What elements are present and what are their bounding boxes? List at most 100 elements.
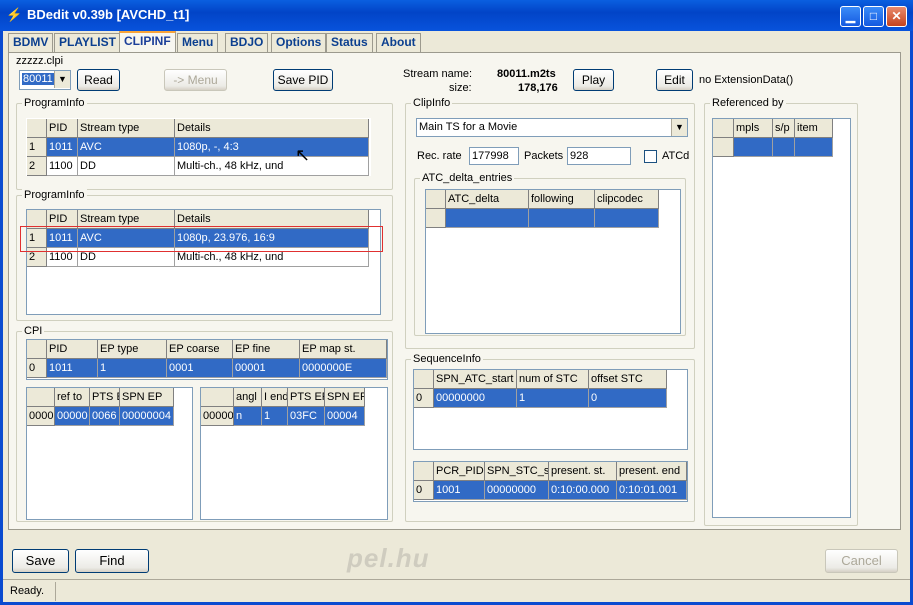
column-header: s/p — [773, 119, 795, 138]
table-cell[interactable]: 0001 — [167, 359, 233, 378]
row-header[interactable]: 0 — [27, 359, 47, 378]
table-cell[interactable]: 00000000 — [434, 389, 517, 408]
column-header: SPN EP — [120, 388, 174, 407]
table-cell[interactable]: 00001 — [233, 359, 300, 378]
row-header-corner — [414, 370, 434, 389]
program-info-table-1[interactable]: PID Stream type Details 1 1011 AVC 1080p… — [26, 118, 371, 176]
table-cell[interactable]: DD — [78, 157, 175, 176]
cpi-table[interactable]: PID EP type EP coarse EP fine EP map st.… — [26, 339, 388, 380]
row-header[interactable] — [713, 138, 734, 157]
tab-bdmv[interactable]: BDMV — [8, 33, 54, 52]
row-header[interactable]: 0000 — [27, 407, 55, 426]
row-header[interactable]: 0 — [414, 481, 434, 500]
tab-bdjo[interactable]: BDJO — [225, 33, 269, 52]
maximize-button[interactable]: □ — [863, 6, 884, 27]
program-info-group-1: ProgramInfo PID Stream type Details 1 10… — [16, 97, 393, 190]
atcd-checkbox[interactable] — [644, 150, 657, 163]
watermark-logo: pel.hu — [347, 543, 430, 573]
atc-delta-table[interactable]: ATC_delta following clipcodec — [425, 189, 681, 334]
referenced-by-table[interactable]: mpls s/p item — [712, 118, 851, 518]
program-info-table-2[interactable]: PID Stream type Details 1 1011 AVC 1080p… — [26, 209, 381, 315]
cpi-title: CPI — [22, 325, 45, 337]
table-cell[interactable] — [529, 209, 595, 228]
tab-about[interactable]: About — [376, 33, 421, 52]
table-cell[interactable]: 1011 — [47, 138, 78, 157]
column-header: EP map st. — [300, 340, 387, 359]
table-cell[interactable] — [734, 138, 773, 157]
row-header-corner — [414, 462, 434, 481]
status-separator — [55, 582, 56, 601]
tab-menu[interactable]: Menu — [177, 33, 219, 52]
table-cell[interactable]: 0:10:00.000 — [549, 481, 617, 500]
stream-size-label: size: — [449, 82, 472, 94]
column-header: SPN_ATC_start — [434, 370, 517, 389]
sequence-table[interactable]: SPN_ATC_start num of STC offset STC 0 00… — [413, 369, 688, 450]
tab-playlist[interactable]: PLAYLIST — [54, 33, 121, 52]
row-header-corner — [201, 388, 234, 407]
atc-delta-title: ATC_delta_entries — [420, 172, 515, 184]
table-cell[interactable]: n — [234, 407, 262, 426]
minimize-button[interactable]: ▁ — [840, 6, 861, 27]
table-cell[interactable]: 1080p, -, 4:3 — [175, 138, 369, 157]
table-cell[interactable]: 0000000E — [300, 359, 387, 378]
table-cell[interactable]: 1 — [517, 389, 589, 408]
sequence-info-group: SequenceInfo SPN_ATC_start num of STC of… — [405, 353, 695, 522]
play-button[interactable]: Play — [573, 69, 614, 91]
row-header[interactable]: 0 — [414, 389, 434, 408]
table-cell[interactable]: 0 — [589, 389, 667, 408]
title-bar: ⚡ BDedit v0.39b [AVCHD_t1] ▁ □ ✕ — [0, 0, 913, 31]
stc-table[interactable]: PCR_PID SPN_STC_st present. st. present.… — [413, 461, 688, 502]
tab-status[interactable]: Status — [326, 33, 373, 52]
clip-select[interactable]: 80011 ▼ — [19, 70, 71, 90]
table-cell[interactable]: 1 — [98, 359, 167, 378]
packets-input[interactable]: 928 — [567, 147, 631, 165]
table-cell[interactable]: 1001 — [434, 481, 485, 500]
referenced-by-group: Referenced by mpls s/p item — [704, 97, 858, 526]
table-cell[interactable]: 00004 — [325, 407, 365, 426]
tab-options[interactable]: Options — [271, 33, 327, 52]
table-cell[interactable]: 00000000 — [485, 481, 549, 500]
close-button[interactable]: ✕ — [886, 6, 907, 27]
ep-coarse-table[interactable]: ref to PTS E SPN EP 0000 00000 0066 0000… — [26, 387, 193, 520]
table-cell[interactable]: 1 — [262, 407, 288, 426]
table-cell[interactable] — [595, 209, 659, 228]
edit-button[interactable]: Edit — [656, 69, 693, 91]
clip-info-group: ClipInfo Main TS for a Movie ▼ Rec. rate… — [405, 97, 695, 349]
cancel-button[interactable]: Cancel — [825, 549, 898, 573]
table-cell[interactable]: 03FC — [288, 407, 325, 426]
row-header[interactable]: 1 — [27, 138, 47, 157]
status-bar: Ready. — [3, 579, 910, 602]
row-header[interactable]: 2 — [27, 157, 47, 176]
table-cell[interactable]: Multi-ch., 48 kHz, und — [175, 157, 369, 176]
save-button[interactable]: Save — [12, 549, 69, 573]
column-header: ref to — [55, 388, 90, 407]
app-icon: ⚡ — [6, 7, 23, 22]
table-cell[interactable]: 00000 — [55, 407, 90, 426]
table-cell[interactable]: 0:10:01.001 — [617, 481, 687, 500]
save-pid-button[interactable]: Save PID — [273, 69, 333, 91]
menu-button[interactable]: -> Menu — [164, 69, 227, 91]
program-info-title-1: ProgramInfo — [22, 97, 87, 109]
row-header[interactable]: 00000 — [201, 407, 234, 426]
table-cell[interactable]: 00000004 — [120, 407, 174, 426]
referenced-by-title: Referenced by — [710, 97, 786, 109]
rec-rate-input[interactable]: 177998 — [469, 147, 519, 165]
read-button[interactable]: Read — [77, 69, 120, 91]
find-button[interactable]: Find — [75, 549, 149, 573]
table-cell[interactable]: 0066 — [90, 407, 120, 426]
row-header-corner — [27, 388, 55, 407]
table-cell[interactable]: 1100 — [47, 157, 78, 176]
tab-clipinf[interactable]: CLIPINF — [119, 31, 176, 53]
ep-fine-table[interactable]: angl I end PTS EP SPN EP 00000 n 1 03FC … — [200, 387, 388, 520]
clip-type-select[interactable]: Main TS for a Movie ▼ — [416, 118, 688, 137]
close-icon: ✕ — [891, 9, 902, 23]
table-cell[interactable]: AVC — [78, 138, 175, 157]
table-cell[interactable] — [795, 138, 833, 157]
clip-info-title: ClipInfo — [411, 97, 453, 109]
table-cell[interactable] — [773, 138, 795, 157]
table-cell[interactable]: 1011 — [47, 359, 98, 378]
extension-data-label: no ExtensionData() — [699, 74, 794, 86]
status-text: Ready. — [10, 585, 45, 597]
row-header[interactable] — [426, 209, 446, 228]
table-cell[interactable] — [446, 209, 529, 228]
